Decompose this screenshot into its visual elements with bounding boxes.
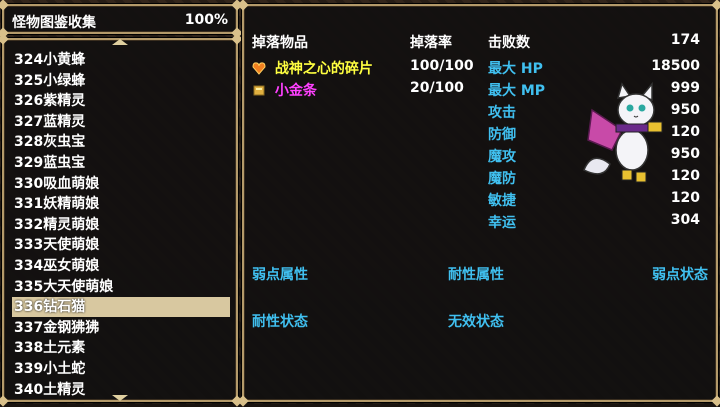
monster-list-item[interactable]: 325小绿蜂 — [12, 71, 230, 91]
drop-item-rate: 20/100 — [410, 80, 464, 96]
drop-item: 小金条 — [252, 80, 317, 100]
stat-label: 幸运 — [488, 215, 516, 231]
monster-list-item[interactable]: 339小土蛇 — [12, 359, 230, 379]
drops-header: 掉落物品 — [252, 35, 308, 51]
collection-percent: 100% — [184, 12, 228, 28]
monster-list-item[interactable]: 324小黄蜂 — [12, 50, 230, 70]
weak-state-label: 弱点状态 — [652, 267, 708, 283]
monster-list-item[interactable]: 336钻石猫 — [12, 297, 230, 318]
weak-attribute-label: 弱点属性 — [252, 267, 308, 283]
stat-label: 魔防 — [488, 171, 516, 187]
monster-list-item[interactable]: 326紫精灵 — [12, 91, 230, 111]
collection-title: 怪物图鉴收集 — [12, 15, 96, 31]
immune-state-label: 无效状态 — [448, 314, 504, 330]
monster-list-item[interactable]: 334巫女萌娘 — [12, 256, 230, 276]
stat-value: 950 — [670, 102, 700, 118]
gold-bar-icon — [253, 85, 265, 96]
resist-attribute-label: 耐性属性 — [448, 267, 504, 283]
stat-label: 最大 MP — [488, 83, 546, 99]
monster-list-item[interactable]: 327蓝精灵 — [12, 112, 230, 132]
stat-value: 120 — [670, 124, 700, 140]
monster-list-item[interactable]: 332精灵萌娘 — [12, 215, 230, 235]
heart-shard-icon — [252, 62, 266, 75]
scroll-up-icon[interactable] — [112, 39, 128, 45]
drop-item-name: 小金条 — [274, 83, 317, 99]
stat-value: 304 — [670, 212, 700, 228]
defeats-header: 击败数 — [488, 35, 530, 51]
monster-list-item[interactable]: 338土元素 — [12, 338, 230, 358]
monster-list-item[interactable]: 331妖精萌娘 — [12, 194, 230, 214]
stat-label: 防御 — [488, 127, 516, 143]
drop-item: 战神之心的碎片 — [252, 58, 373, 78]
stat-label: 攻击 — [488, 105, 516, 121]
scroll-down-icon[interactable] — [112, 395, 128, 401]
resist-state-label: 耐性状态 — [252, 314, 308, 330]
collection-title-window: 怪物图鉴收集 100% — [0, 0, 243, 39]
stat-value: 18500 — [651, 58, 700, 74]
stat-label: 最大 HP — [488, 61, 543, 77]
monster-list-window[interactable]: 324小黄蜂 325小绿蜂 326紫精灵 327蓝精灵 328灰虫宝 329蓝虫宝 330吸… — [0, 33, 243, 407]
stat-value: 950 — [670, 146, 700, 162]
monster-sprite — [583, 81, 663, 183]
monster-list-item[interactable]: 335大天使萌娘 — [12, 277, 230, 297]
monster-list-item[interactable]: 328灰虫宝 — [12, 132, 230, 152]
drop-item-name: 战神之心的碎片 — [274, 61, 373, 77]
monster-list-item[interactable]: 337金钢狒狒 — [12, 318, 230, 338]
stat-value: 999 — [670, 80, 700, 96]
monster-list-item[interactable]: 330吸血萌娘 — [12, 174, 230, 194]
stat-label: 敏捷 — [488, 193, 516, 209]
monster-list-item[interactable]: 333天使萌娘 — [12, 235, 230, 255]
monster-list-item[interactable]: 329蓝虫宝 — [12, 153, 230, 173]
stat-value: 120 — [670, 190, 700, 206]
drop-rate-header: 掉落率 — [410, 35, 452, 51]
monster-detail-window: 掉落物品 掉落率 击败数 174 战神之心的碎片 100/100 小金条 20/… — [237, 0, 720, 407]
defeats-count: 174 — [670, 32, 700, 48]
stat-value: 120 — [670, 168, 700, 184]
stat-label: 魔攻 — [488, 149, 516, 165]
drop-item-rate: 100/100 — [410, 58, 474, 74]
